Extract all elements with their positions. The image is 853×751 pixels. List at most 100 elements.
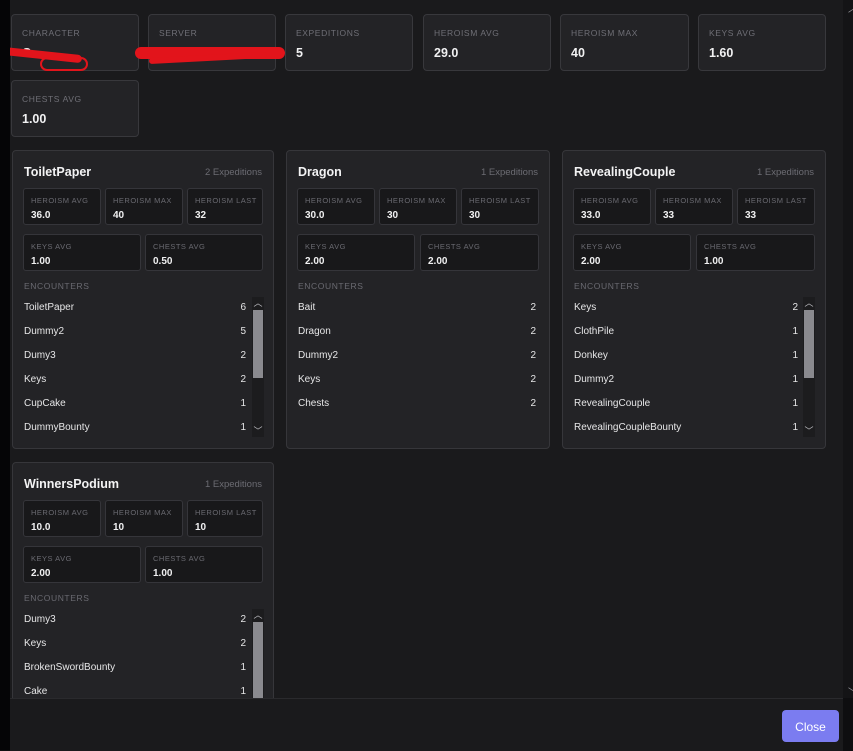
heroism-avg-label: HEROISM AVG xyxy=(434,28,500,38)
chests-avg-value: 1.00 xyxy=(22,112,47,126)
encounter-count: 2 xyxy=(792,302,798,313)
panel-title: WinnersPodium xyxy=(24,477,120,491)
stat-value: 2.00 xyxy=(428,256,448,267)
chevron-down-icon[interactable]: ﹀ xyxy=(847,684,853,699)
stat-value: 2.00 xyxy=(31,568,51,579)
chevron-up-icon[interactable]: ︿ xyxy=(252,297,264,309)
encounters-scrollbar[interactable]: ︿ ﹀ xyxy=(252,297,264,437)
encounter-name: Keys xyxy=(298,374,321,385)
chests-avg-stat: CHESTS AVG 1.00 xyxy=(145,546,263,583)
stat-label: HEROISM AVG xyxy=(305,196,363,205)
encounter-name: BrokenSwordBounty xyxy=(24,662,116,673)
encounter-name: Dragon xyxy=(298,326,331,337)
encounters-heading: ENCOUNTERS xyxy=(24,281,90,291)
encounter-name: Cake xyxy=(24,686,48,697)
encounter-name: CupCake xyxy=(24,398,66,409)
heroism-max-stat: HEROISM MAX 33 xyxy=(655,188,733,225)
stat-label: HEROISM AVG xyxy=(581,196,639,205)
keys-avg-card: KEYS AVG 1.60 xyxy=(698,14,826,71)
encounter-count: 2 xyxy=(530,326,536,337)
encounters-scrollbar[interactable]: ︿ ﹀ xyxy=(803,297,815,437)
encounter-name: Keys xyxy=(574,302,597,313)
encounters-list[interactable]: Keys 2 ClothPile 1 Donkey 1 Dummy2 1 Reveali… xyxy=(563,297,825,443)
stat-label: HEROISM LAST xyxy=(469,196,531,205)
encounter-count: 2 xyxy=(530,302,536,313)
stat-label: CHESTS AVG xyxy=(153,242,206,251)
redaction-mark xyxy=(40,57,88,71)
encounter-name: Dummy2 xyxy=(298,350,339,361)
scrollbar-thumb[interactable] xyxy=(804,310,814,378)
encounter-name: Keys xyxy=(24,374,47,385)
stat-label: HEROISM LAST xyxy=(745,196,807,205)
scrollbar-thumb[interactable] xyxy=(253,622,263,698)
stat-value: 30 xyxy=(387,210,399,221)
chevron-down-icon[interactable]: ﹀ xyxy=(252,425,264,437)
stat-value: 33 xyxy=(745,210,757,221)
chevron-up-icon[interactable]: ︿ xyxy=(252,609,264,621)
encounters-heading: ENCOUNTERS xyxy=(574,281,640,291)
encounter-name: Keys xyxy=(24,638,47,649)
heroism-last-stat: HEROISM LAST 32 xyxy=(187,188,263,225)
backdrop xyxy=(0,0,10,750)
heroism-max-stat: HEROISM MAX 10 xyxy=(105,500,183,537)
monster-panel: WinnersPodium 1 Expeditions HEROISM AVG 1… xyxy=(12,462,274,698)
encounter-count: 2 xyxy=(530,350,536,361)
encounter-count: 5 xyxy=(240,326,246,337)
encounters-list[interactable]: Dumy3 2 Keys 2 BrokenSwordBounty 1 Cake 1 ︿ xyxy=(13,609,273,698)
encounter-name: Dumy3 xyxy=(24,614,56,625)
chevron-up-icon[interactable]: ︿ xyxy=(803,297,815,309)
encounter-count: 2 xyxy=(240,374,246,385)
chevron-up-icon[interactable]: ︿ xyxy=(847,0,853,15)
monster-panel: RevealingCouple 1 Expeditions HEROISM AV… xyxy=(562,150,826,449)
chests-avg-card: CHESTS AVG 1.00 xyxy=(11,80,139,137)
encounter-count: 2 xyxy=(240,350,246,361)
chests-avg-label: CHESTS AVG xyxy=(22,94,82,104)
keys-avg-value: 1.60 xyxy=(709,46,734,60)
heroism-last-stat: HEROISM LAST 10 xyxy=(187,500,263,537)
stat-value: 10 xyxy=(195,522,207,533)
server-card: SERVER xyxy=(135,14,285,71)
stat-value: 2.00 xyxy=(581,256,601,267)
encounter-name: Donkey xyxy=(574,350,608,361)
stat-label: HEROISM MAX xyxy=(663,196,722,205)
panel-expeditions-count: 1 Expeditions xyxy=(480,167,538,178)
encounter-count: 1 xyxy=(792,398,798,409)
encounters-scrollbar[interactable]: ︿ xyxy=(252,609,264,698)
keys-avg-stat: KEYS AVG 1.00 xyxy=(23,234,141,271)
expedition-stats-dialog: CHARACTER C SERVER EXPEDITIONS 5 HEROISM… xyxy=(10,0,853,751)
chevron-down-icon[interactable]: ﹀ xyxy=(803,425,815,437)
expeditions-label: EXPEDITIONS xyxy=(296,28,360,38)
heroism-avg-value: 29.0 xyxy=(434,46,459,60)
encounter-name: RevealingCoupleBounty xyxy=(574,422,682,433)
heroism-avg-card: HEROISM AVG 29.0 xyxy=(423,14,551,71)
character-label: CHARACTER xyxy=(22,28,81,38)
stat-value: 33.0 xyxy=(581,210,601,221)
stat-value: 32 xyxy=(195,210,207,221)
keys-avg-label: KEYS AVG xyxy=(709,28,756,38)
content-scrollbar[interactable]: ︿ ﹀ xyxy=(843,0,853,699)
heroism-max-label: HEROISM MAX xyxy=(571,28,639,38)
chests-avg-stat: CHESTS AVG 1.00 xyxy=(696,234,815,271)
stat-value: 10 xyxy=(113,522,125,533)
panel-expeditions-count: 2 Expeditions xyxy=(204,167,262,178)
panel-title: ToiletPaper xyxy=(24,165,92,179)
encounters-list[interactable]: ToiletPaper 6 Dummy2 5 Dumy3 2 Keys 2 CupCak… xyxy=(13,297,273,443)
stat-value: 1.00 xyxy=(153,568,173,579)
encounters-list[interactable]: Bait 2 Dragon 2 Dummy2 2 Keys 2 Chests 2 xyxy=(287,297,549,443)
encounter-name: Dummy2 xyxy=(574,374,615,385)
encounter-count: 1 xyxy=(240,662,246,673)
stat-value: 1.00 xyxy=(704,256,724,267)
stat-label: CHESTS AVG xyxy=(153,554,206,563)
stat-value: 10.0 xyxy=(31,522,51,533)
panel-expeditions-count: 1 Expeditions xyxy=(756,167,814,178)
encounters-heading: ENCOUNTERS xyxy=(24,593,90,603)
stat-value: 33 xyxy=(663,210,675,221)
scrollbar-thumb[interactable] xyxy=(253,310,263,378)
stat-value: 30.0 xyxy=(305,210,325,221)
panel-expeditions-count: 1 Expeditions xyxy=(204,479,262,490)
panel-title: RevealingCouple xyxy=(574,165,676,179)
heroism-avg-stat: HEROISM AVG 30.0 xyxy=(297,188,375,225)
character-card: CHARACTER C xyxy=(10,14,139,71)
dialog-content: CHARACTER C SERVER EXPEDITIONS 5 HEROISM… xyxy=(10,0,843,698)
close-button[interactable]: Close xyxy=(782,710,839,742)
